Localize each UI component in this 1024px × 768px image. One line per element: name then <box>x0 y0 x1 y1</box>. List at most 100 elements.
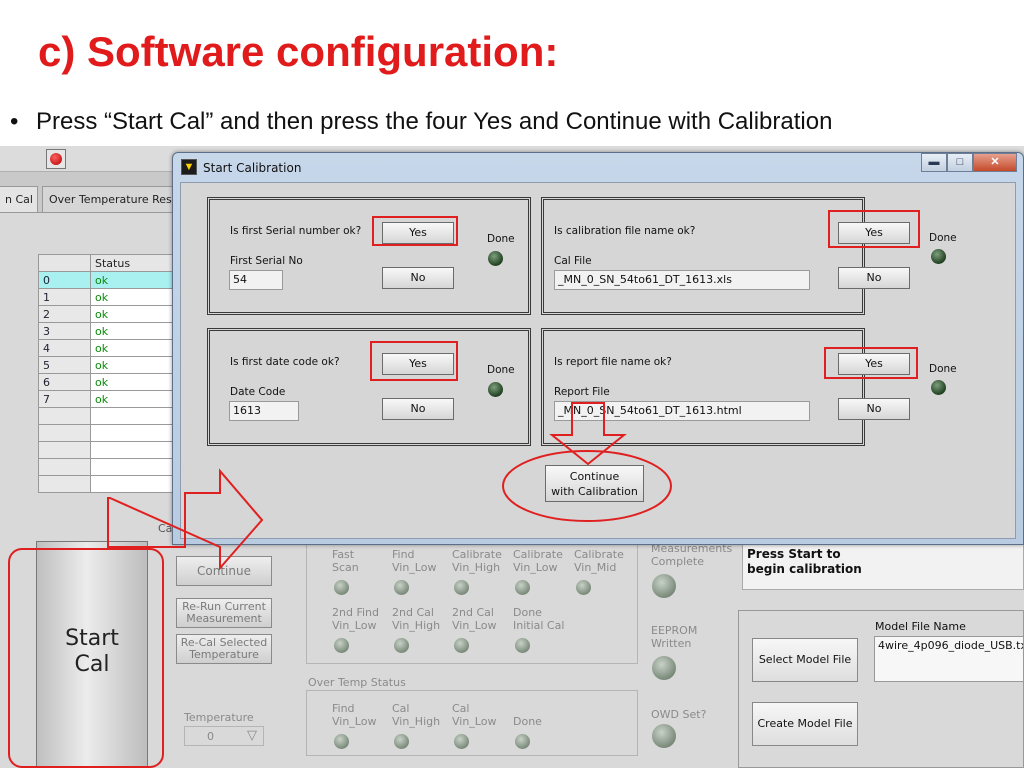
status-led <box>576 580 591 595</box>
row-index: 2 <box>38 305 91 323</box>
table-row[interactable]: 1 ok <box>38 288 178 306</box>
cal-file-field[interactable]: _MN_0_SN_54to61_DT_1613.xls <box>554 270 810 290</box>
row-status: ok <box>90 373 178 391</box>
table-row-empty <box>38 458 178 476</box>
recal-temperature-button[interactable]: Re-Cal Selected Temperature <box>176 634 272 664</box>
tab-over-temperature[interactable]: Over Temperature Res <box>42 186 174 212</box>
date-code-panel: Is first date code ok? Yes Done Date Cod… <box>207 328 531 446</box>
row-status: ok <box>90 322 178 340</box>
table-header-index <box>38 254 91 272</box>
continue-line2: with Calibration <box>551 485 638 498</box>
ot-label-cal-high: Cal Vin_High <box>392 702 441 728</box>
temperature-selector[interactable]: 0 ▽ <box>184 726 264 746</box>
status-led <box>394 734 409 749</box>
status-led <box>515 734 530 749</box>
datecode-field-label: Date Code <box>230 386 286 398</box>
create-model-file-button[interactable]: Create Model File <box>752 702 858 746</box>
rerun-measurement-button[interactable]: Re-Run Current Measurement <box>176 598 272 628</box>
datecode-done-led <box>488 382 503 397</box>
labview-app-icon: ▼ <box>181 159 197 175</box>
row-status: ok <box>90 356 178 374</box>
table-header-status: Status <box>90 254 178 272</box>
close-icon[interactable]: ✕ <box>973 153 1017 172</box>
table-row-empty <box>38 475 178 493</box>
table-row-empty <box>38 407 178 425</box>
table-row[interactable]: 7 ok <box>38 390 178 408</box>
calfile-done-led <box>931 249 946 264</box>
report-no-button[interactable]: No <box>838 398 910 420</box>
row-index: 1 <box>38 288 91 306</box>
date-code-field[interactable]: 1613 <box>229 401 299 421</box>
status-led <box>515 638 530 653</box>
dialog-titlebar: ▼ Start Calibration ▬ □ ✕ <box>173 153 1023 181</box>
continue-with-calibration-button[interactable]: Continue with Calibration <box>545 465 644 502</box>
status-led <box>334 580 349 595</box>
eeprom-written-label: EEPROM Written <box>651 624 698 650</box>
status-table: Status 0 ok 1 ok 2 ok 3 ok 4 ok 5 ok 6 ok 7 ok <box>38 254 178 493</box>
stop-icon[interactable] <box>46 149 66 169</box>
calfile-no-button[interactable]: No <box>838 267 910 289</box>
led-label-cal-vin-low: Calibrate Vin_Low <box>513 548 563 574</box>
table-row[interactable]: 3 ok <box>38 322 178 340</box>
ot-label-done: Done <box>513 715 542 728</box>
table-row[interactable]: 0 ok <box>38 271 178 289</box>
maximize-icon[interactable]: □ <box>947 153 973 172</box>
report-file-field[interactable]: _MN_0_SN_54to61_DT_1613.html <box>554 401 810 421</box>
row-index: 7 <box>38 390 91 408</box>
slide-title: c) Software configuration: <box>38 28 559 75</box>
row-status: ok <box>90 339 178 357</box>
row-status: ok <box>90 288 178 306</box>
first-serial-field[interactable]: 54 <box>229 270 283 290</box>
table-row-empty <box>38 441 178 459</box>
status-message-box: Press Start to begin calibration <box>742 544 1024 590</box>
table-row[interactable]: 4 ok <box>38 339 178 357</box>
highlight-serial-yes <box>372 216 458 246</box>
datecode-no-button[interactable]: No <box>382 398 454 420</box>
over-temp-status-label: Over Temp Status <box>308 676 406 689</box>
highlight-calfile-yes <box>828 210 920 248</box>
datecode-question: Is first date code ok? <box>230 356 340 368</box>
table-row-empty <box>38 424 178 442</box>
dropdown-arrow-icon: ▽ <box>247 728 257 743</box>
status-message-line2: begin calibration <box>747 562 862 576</box>
model-file-name-field[interactable]: 4wire_4p096_diode_USB.txt <box>874 636 1024 682</box>
calfile-question: Is calibration file name ok? <box>554 225 696 237</box>
status-led <box>515 580 530 595</box>
table-row[interactable]: 6 ok <box>38 373 178 391</box>
serial-number-panel: Is first Serial number ok? Yes Done Firs… <box>207 197 531 315</box>
owd-set-label: OWD Set? <box>651 708 707 721</box>
model-file-name-label: Model File Name <box>875 620 966 633</box>
recal-line2: Temperature <box>189 648 259 661</box>
eeprom-written-led <box>652 656 676 680</box>
led-label-cal-vin-mid: Calibrate Vin_Mid <box>574 548 624 574</box>
tab-cal[interactable]: n Cal <box>0 186 38 212</box>
report-field-label: Report File <box>554 386 610 398</box>
serial-no-button[interactable]: No <box>382 267 454 289</box>
status-led <box>394 638 409 653</box>
continue-button-disabled[interactable]: Continue <box>176 556 272 586</box>
calfile-done-text: Done <box>929 232 957 244</box>
led-label-find-vin-low: Find Vin_Low <box>392 548 437 574</box>
serial-done-label: Done <box>487 233 515 245</box>
minimize-icon[interactable]: ▬ <box>921 153 947 172</box>
slide-bullet: • Press “Start Cal” and then press the fo… <box>10 108 832 136</box>
ot-label-cal-low: Cal Vin_Low <box>452 702 497 728</box>
serial-done-led <box>488 251 503 266</box>
status-led <box>394 580 409 595</box>
calfile-field-label: Cal File <box>554 255 592 267</box>
status-led <box>454 580 469 595</box>
row-status: ok <box>90 305 178 323</box>
table-row[interactable]: 5 ok <box>38 356 178 374</box>
status-led <box>454 638 469 653</box>
select-model-file-button[interactable]: Select Model File <box>752 638 858 682</box>
table-row[interactable]: 2 ok <box>38 305 178 323</box>
led-label-cal-vin-high: Calibrate Vin_High <box>452 548 502 574</box>
led-label-fast-scan: Fast Scan <box>332 548 359 574</box>
row-index: 3 <box>38 322 91 340</box>
status-led <box>334 734 349 749</box>
highlight-report-yes <box>824 347 918 379</box>
led-label-2nd-cal-high: 2nd Cal Vin_High <box>392 606 441 632</box>
owd-set-led <box>652 724 676 748</box>
cal-file-panel: Is calibration file name ok? Yes Cal Fil… <box>541 197 910 315</box>
ot-label-find: Find Vin_Low <box>332 702 377 728</box>
